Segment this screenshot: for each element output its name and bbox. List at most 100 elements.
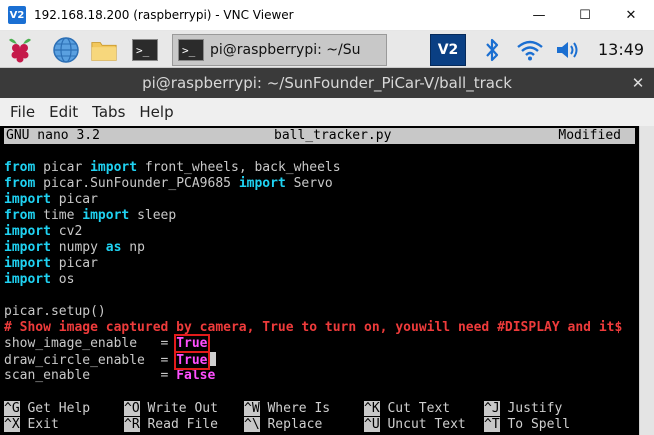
minimize-button[interactable]: — [516,0,562,31]
code-editor[interactable]: from picar import front_wheels, back_whe… [4,160,622,384]
shortcut-key: ^O [124,401,140,416]
shortcut-key: ^J [484,401,500,416]
code-token: import [82,208,130,223]
shortcut-item[interactable]: ^K Cut Text [364,401,450,417]
code-token: import [4,224,51,239]
bluetooth-icon[interactable] [478,36,506,64]
text-cursor [207,352,216,366]
shortcut-label: Get Help [19,401,91,416]
menu-file[interactable]: File [10,103,35,121]
code-line[interactable]: scan_enable = False [4,368,622,384]
terminal-icon: >_ [178,39,204,61]
code-token: time [35,208,83,223]
wifi-icon[interactable] [516,36,544,64]
shortcut-item[interactable]: ^J Justify [484,401,562,417]
nano-version: GNU nano 3.2 [6,128,100,143]
menu-help[interactable]: Help [139,103,173,121]
taskbar: >_ >_ pi@raspberrypi: ~/Su V2 13:49 [0,31,654,68]
code-line[interactable]: import cv2 [4,224,622,240]
menu-tabs[interactable]: Tabs [92,103,125,121]
terminal-close-button[interactable]: ✕ [622,68,654,98]
terminal-title-bar: pi@raspberrypi: ~/SunFounder_PiCar-V/bal… [0,68,654,98]
code-token: import [90,160,138,175]
shortcut-key: ^U [364,417,380,432]
terminal-icon[interactable]: >_ [131,36,159,64]
code-token: from [4,208,36,223]
shortcut-item[interactable]: ^G Get Help [4,401,90,417]
shortcut-item[interactable]: ^W Where Is [244,401,330,417]
shortcut-key: ^R [124,417,140,432]
task-label: pi@raspberrypi: ~/Su [210,42,361,58]
help-row: ^X Exit ^R Read File ^\ Replace ^U Uncut Te… [4,417,635,433]
code-token: picar [50,256,98,271]
code-line[interactable]: from picar.SunFounder_PCA9685 import Ser… [4,176,622,192]
code-token: os [50,272,75,287]
code-line[interactable]: import picar [4,192,622,208]
code-token: import [238,176,286,191]
volume-icon[interactable] [554,36,582,64]
clock[interactable]: 13:49 [598,40,644,59]
vnc-logo-icon: V2 [8,6,26,24]
code-token: # Show image captured by camera, True to… [4,320,623,335]
shortcut-label: Exit [19,417,59,432]
code-line[interactable]: import os [4,272,622,288]
help-row: ^G Get Help ^O Write Out ^W Where Is ^K Cut… [4,401,635,417]
code-line[interactable]: # Show image captured by camera, True to… [4,320,622,336]
code-token: sleep [129,208,177,223]
shortcut-item[interactable]: ^R Read File [124,417,218,433]
code-token: Servo [285,176,333,191]
code-token: from [4,160,36,175]
taskbar-terminal-task[interactable]: >_ pi@raspberrypi: ~/Su [172,34,387,66]
raspberry-menu-icon[interactable] [6,36,34,64]
shortcut-item[interactable]: ^T To Spell [484,417,570,433]
shortcut-label: Uncut Text [379,417,466,432]
code-token: import [4,240,51,255]
code-token: as [105,240,122,255]
shortcut-key: ^X [4,417,20,432]
code-line[interactable]: show_image_enable = True [4,334,622,353]
terminal-area[interactable]: GNU nano 3.2 ball_tracker.py Modified fr… [0,126,639,435]
code-line[interactable]: import numpy as np [4,240,622,256]
file-manager-icon[interactable] [90,36,118,64]
code-token: numpy [50,240,106,255]
code-token: picar.SunFounder_PCA9685 [35,176,239,191]
code-token: draw_circle_enable = [4,353,177,368]
code-token: picar [35,160,91,175]
code-line[interactable]: picar.setup() [4,304,622,320]
shortcut-label: Read File [139,417,218,432]
code-token: import [4,272,51,287]
vnc-server-icon[interactable]: V2 [430,34,466,66]
terminal-title: pi@raspberrypi: ~/SunFounder_PiCar-V/bal… [142,74,512,92]
web-browser-icon[interactable] [52,36,80,64]
menu-edit[interactable]: Edit [49,103,78,121]
terminal-scrollbar[interactable] [639,126,654,435]
code-line[interactable] [4,288,622,304]
code-token: from [4,176,36,191]
code-token: picar.setup() [4,304,106,319]
shortcut-label: To Spell [499,417,571,432]
code-line[interactable]: from time import sleep [4,208,622,224]
window-title: 192.168.18.200 (raspberrypi) - VNC Viewe… [34,8,294,22]
menu-bar: File Edit Tabs Help [0,98,654,126]
shortcut-label: Where Is [259,401,331,416]
code-token: cv2 [50,224,83,239]
shortcut-item[interactable]: ^\ Replace [244,417,322,433]
code-token: front_wheels, back_wheels [137,160,341,175]
code-line[interactable]: draw_circle_enable = True [4,351,622,370]
code-token: show_image_enable = [4,336,177,351]
code-token: False [176,368,216,383]
code-token: import [4,192,51,207]
maximize-button[interactable]: ☐ [562,0,608,31]
shortcut-item[interactable]: ^U Uncut Text [364,417,466,433]
shortcut-key: ^\ [244,417,260,432]
close-button[interactable]: ✕ [608,0,654,31]
code-line[interactable]: import picar [4,256,622,272]
shortcut-label: Justify [499,401,563,416]
highlighted-value: True [174,351,210,370]
shortcut-key: ^W [244,401,260,416]
code-token: picar [50,192,98,207]
shortcut-item[interactable]: ^X Exit [4,417,59,433]
shortcut-item[interactable]: ^O Write Out [124,401,218,417]
code-line[interactable]: from picar import front_wheels, back_whe… [4,160,622,176]
shortcut-key: ^G [4,401,20,416]
